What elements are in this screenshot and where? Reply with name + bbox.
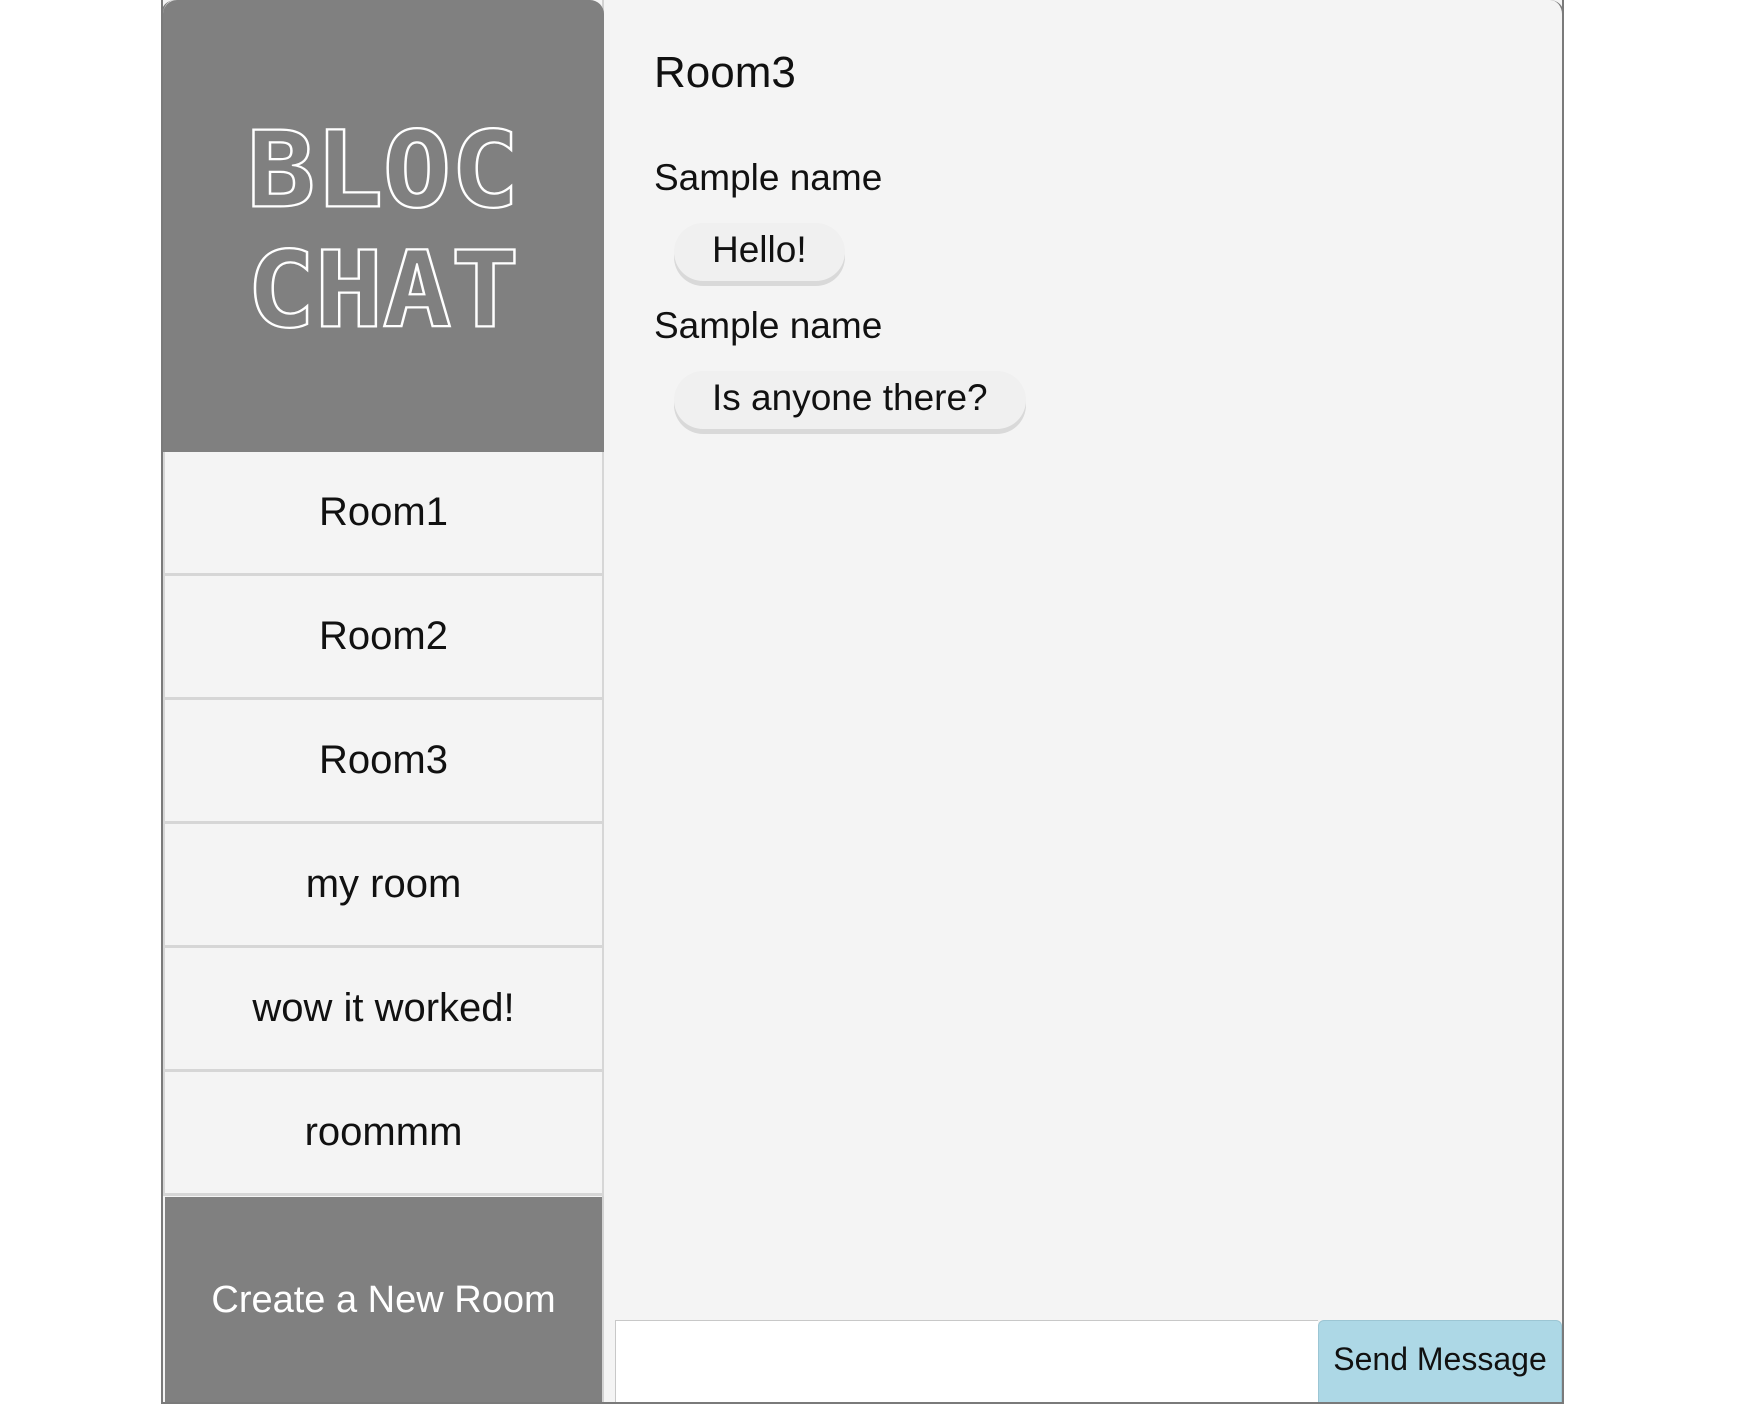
room-item-room3[interactable]: Room3 [163, 700, 604, 824]
room-label: wow it worked! [252, 986, 515, 1030]
room-label: my room [305, 862, 462, 906]
room-label: Room2 [319, 614, 448, 658]
message: Sample name Hello! [654, 155, 1534, 281]
logo-line-2-inner: CHAT [247, 229, 519, 350]
message-username: Sample name [654, 305, 883, 346]
room-list: Room1 Room2 Room3 my room wow it worked!… [163, 452, 604, 1196]
send-message-button[interactable]: Send Message [1318, 1320, 1562, 1402]
room-label: Room1 [319, 490, 448, 534]
message-composer: Send Message [615, 1320, 1562, 1402]
room-label: roommm [304, 1110, 463, 1154]
message: Sample name Is anyone there? [654, 303, 1534, 429]
room-title: Room3 [654, 48, 796, 97]
sidebar: BLOC BLOC CHAT CHAT Room1 Room2 Room3 my… [163, 0, 604, 1402]
room-item-my-room[interactable]: my room [163, 824, 604, 948]
create-room-label: Create a New Room [211, 1279, 556, 1321]
room-item-wow-it-worked[interactable]: wow it worked! [163, 948, 604, 1072]
room-item-roommm[interactable]: roommm [163, 1072, 604, 1196]
chat-app: BLOC BLOC CHAT CHAT Room1 Room2 Room3 my… [161, 0, 1564, 1404]
message-username: Sample name [654, 157, 883, 198]
chat-panel: Room3 Sample name Hello! Sample name Is … [604, 0, 1562, 1402]
room-item-room2[interactable]: Room2 [163, 576, 604, 700]
room-item-room1[interactable]: Room1 [163, 452, 604, 576]
create-room-button[interactable]: Create a New Room [165, 1197, 602, 1402]
bloc-chat-logo: BLOC BLOC CHAT CHAT [246, 110, 521, 350]
message-input[interactable] [615, 1320, 1318, 1402]
message-list: Sample name Hello! Sample name Is anyone… [654, 155, 1534, 451]
message-bubble: Hello! [674, 223, 845, 281]
logo-line-1-inner: BLOC [247, 110, 519, 231]
message-bubble: Is anyone there? [674, 371, 1026, 429]
room-label: Room3 [319, 738, 448, 782]
logo: BLOC BLOC CHAT CHAT [163, 0, 604, 452]
